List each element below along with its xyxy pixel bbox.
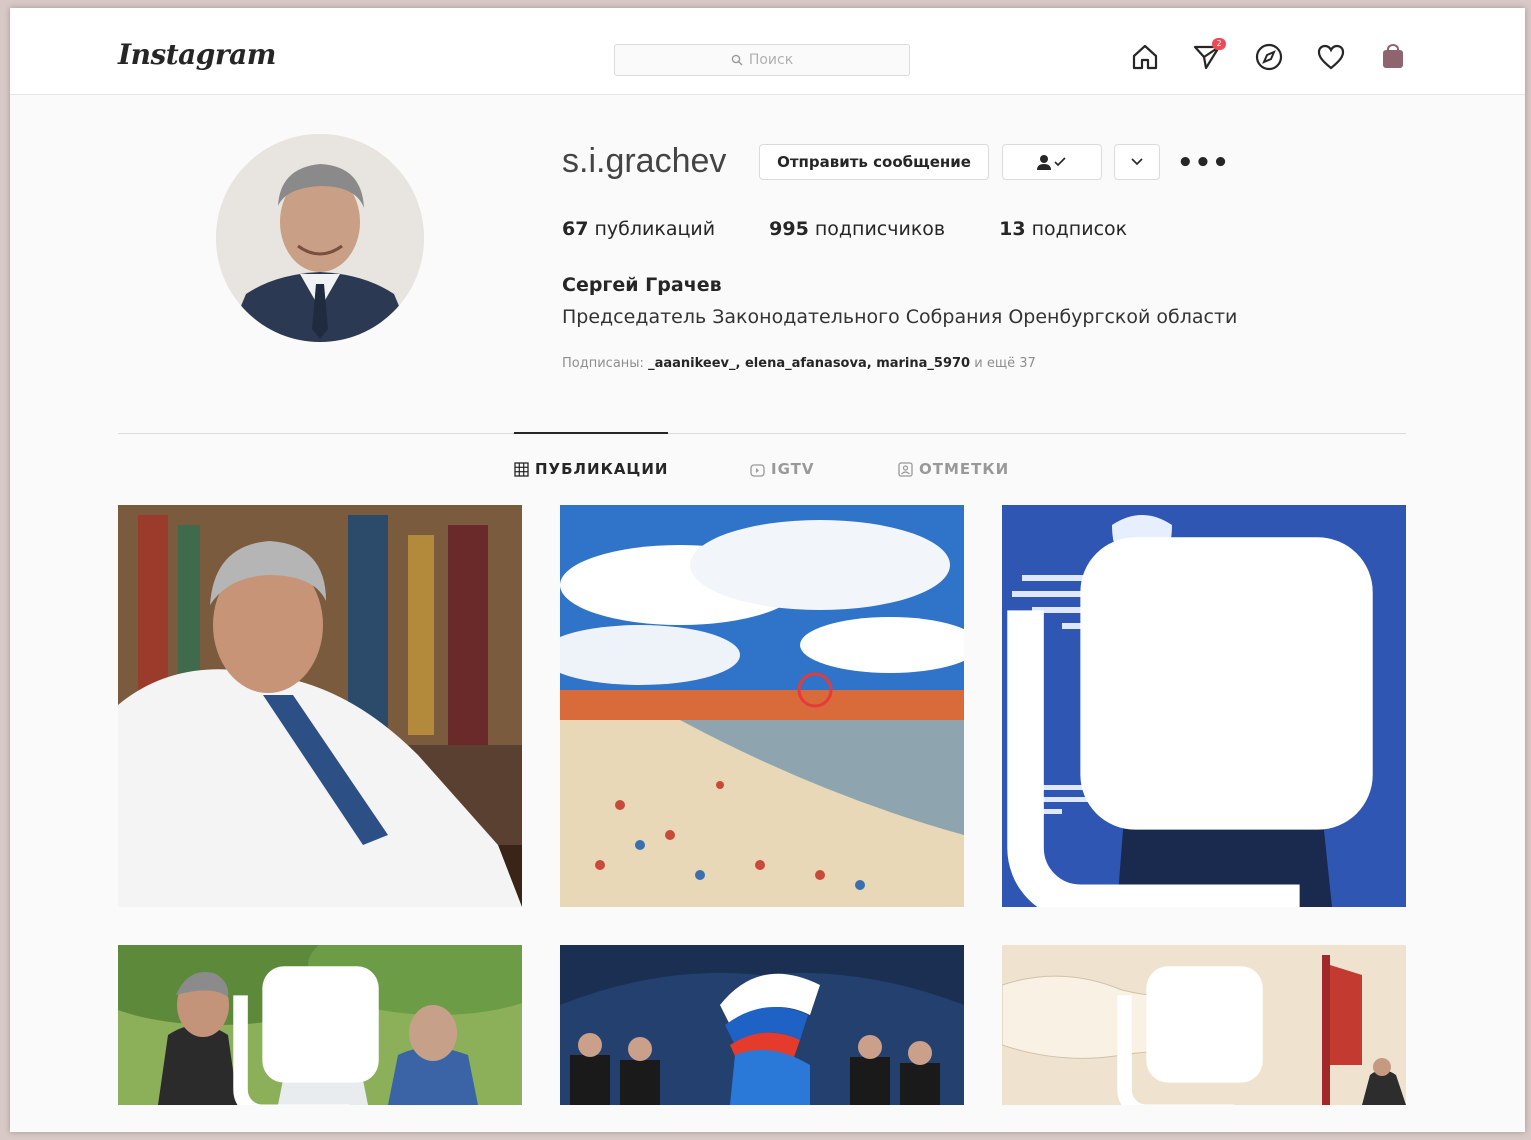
- following-label: подписок: [1031, 218, 1128, 240]
- post-image-office-portrait: [118, 505, 522, 907]
- home-icon: [1132, 44, 1158, 70]
- instagram-logo[interactable]: Instagram: [118, 38, 276, 71]
- followers-stat[interactable]: 995 подписчиков: [769, 218, 945, 240]
- more-options-button[interactable]: •••: [1177, 148, 1230, 178]
- multiple-photos-icon: [1117, 966, 1263, 1105]
- heart-icon: [1317, 44, 1345, 70]
- following-count: 13: [999, 218, 1026, 240]
- explore-button[interactable]: [1252, 40, 1286, 74]
- direct-button[interactable]: 2: [1190, 38, 1226, 74]
- send-message-button[interactable]: Отправить сообщение: [759, 144, 989, 180]
- posts-stat: 67 публикаций: [562, 218, 715, 240]
- tab-posts[interactable]: ПУБЛИКАЦИИ: [514, 460, 750, 478]
- profile-username: s.i.grachev: [562, 142, 727, 180]
- avatar-photo: [216, 134, 424, 342]
- compass-icon: [1255, 43, 1283, 71]
- user-check-icon: [1037, 155, 1066, 170]
- browser-window: Instagram Поиск 2 s.i.grachev Отправить …: [10, 8, 1525, 1132]
- post-thumbnail[interactable]: [118, 945, 522, 1105]
- post-thumbnail[interactable]: [1002, 505, 1406, 907]
- post-image-party-event: [560, 945, 964, 1105]
- profile-full-name: Сергей Грачев: [562, 274, 722, 296]
- post-thumbnail[interactable]: [560, 505, 964, 907]
- post-image-beach: [560, 505, 964, 907]
- followed-by-prefix: Подписаны:: [562, 356, 644, 371]
- multiple-photos-icon: [233, 966, 379, 1105]
- profile-tabs: ПУБЛИКАЦИИ IGTV ОТМЕТКИ: [514, 460, 1009, 478]
- post-thumbnail[interactable]: [118, 505, 522, 907]
- chevron-down-icon: [1131, 158, 1143, 166]
- post-thumbnail[interactable]: [560, 945, 964, 1105]
- tab-tagged[interactable]: ОТМЕТКИ: [898, 460, 1009, 478]
- tab-tagged-label: ОТМЕТКИ: [919, 460, 1010, 478]
- followers-label: подписчиков: [814, 218, 946, 240]
- profile-avatar[interactable]: [216, 134, 424, 342]
- more-dots-icon: •••: [1177, 148, 1230, 178]
- tab-igtv-label: IGTV: [771, 460, 815, 478]
- tagged-icon: [898, 461, 913, 477]
- igtv-icon: [750, 463, 765, 477]
- profile-bio: Председатель Законодательного Собрания О…: [562, 306, 1238, 328]
- profile-stats: 67 публикаций 995 подписчиков 13 подписо…: [562, 218, 1127, 240]
- profile-menu-button[interactable]: [1376, 40, 1410, 74]
- grid-icon: [514, 461, 529, 477]
- followers-count: 995: [769, 218, 809, 240]
- following-stat[interactable]: 13 подписок: [999, 218, 1127, 240]
- tab-posts-label: ПУБЛИКАЦИИ: [535, 460, 669, 478]
- tabs-divider: [118, 433, 1406, 434]
- followed-by-users: _aaanikeev_, elena_afanasova, marina_597…: [648, 356, 971, 371]
- search-placeholder: Поиск: [748, 52, 794, 68]
- home-button[interactable]: [1128, 40, 1162, 74]
- active-tab-indicator: [514, 432, 668, 434]
- direct-badge: 2: [1212, 38, 1226, 50]
- posts-count: 67: [562, 218, 589, 240]
- shopping-bag-icon: [1383, 44, 1403, 68]
- search-input[interactable]: Поиск: [614, 44, 910, 76]
- multiple-photos-icon: [1007, 537, 1373, 907]
- suggested-dropdown-button[interactable]: [1114, 144, 1160, 180]
- following-button[interactable]: [1002, 144, 1102, 180]
- followed-by[interactable]: Подписаны: _aaanikeev_, elena_afanasova,…: [562, 356, 1036, 371]
- followed-by-more: и ещё 37: [974, 356, 1036, 371]
- posts-label: публикаций: [594, 218, 716, 240]
- tab-igtv[interactable]: IGTV: [750, 460, 898, 478]
- nav-icons: 2: [1128, 38, 1410, 74]
- activity-button[interactable]: [1314, 40, 1348, 74]
- search-icon: [731, 54, 743, 66]
- post-thumbnail[interactable]: [1002, 945, 1406, 1105]
- top-navigation-bar: Instagram Поиск 2: [10, 8, 1525, 95]
